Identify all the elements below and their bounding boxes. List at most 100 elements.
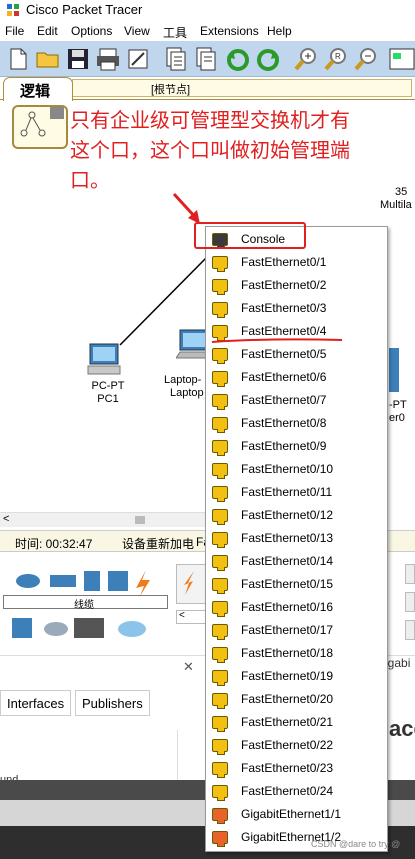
menu-options[interactable]: Options: [71, 24, 112, 38]
port-label: FastEthernet0/23: [241, 761, 334, 775]
port-label: FastEthernet0/19: [241, 669, 334, 683]
canvas-horizontal-scrollbar[interactable]: <: [0, 512, 205, 527]
zoom-out-icon[interactable]: [352, 45, 380, 73]
switch-type-label: Multila: [380, 199, 412, 211]
port-label: FastEthernet0/6: [241, 370, 327, 384]
panel-right-box[interactable]: [405, 564, 415, 584]
watermark-text: CSDN @dare to try @: [311, 839, 401, 849]
port-item[interactable]: FastEthernet0/23: [206, 757, 387, 780]
laptop-name-label: Laptop: [170, 387, 204, 399]
paste-icon[interactable]: [192, 45, 220, 73]
wireless-category-icon: [108, 571, 128, 591]
pc-icon[interactable]: [86, 342, 122, 376]
menu-edit[interactable]: Edit: [37, 24, 58, 38]
fastethernet-port-icon: [212, 302, 228, 318]
fastethernet-port-icon: [212, 693, 228, 709]
logical-view-icon[interactable]: [12, 105, 68, 149]
port-item[interactable]: FastEthernet0/11: [206, 481, 387, 504]
port-item[interactable]: FastEthernet0/18: [206, 642, 387, 665]
menu-tools[interactable]: 工具: [163, 24, 187, 41]
undo-icon[interactable]: [224, 45, 252, 73]
router-category-icon: [16, 574, 40, 588]
network-topology-icon: [20, 107, 64, 137]
port-label: FastEthernet0/12: [241, 508, 334, 522]
redo-icon[interactable]: [254, 45, 282, 73]
port-item[interactable]: FastEthernet0/9: [206, 435, 387, 458]
connection-type-slot[interactable]: [176, 564, 206, 604]
port-item[interactable]: FastEthernet0/1: [206, 251, 387, 274]
port-label: FastEthernet0/20: [241, 692, 334, 706]
power-cycle-button[interactable]: 设备重新加电: [122, 535, 194, 552]
port-item[interactable]: FastEthernet0/19: [206, 665, 387, 688]
port-item[interactable]: FastEthernet0/21: [206, 711, 387, 734]
print-icon[interactable]: [94, 45, 122, 73]
port-item[interactable]: FastEthernet0/6: [206, 366, 387, 389]
port-item[interactable]: FastEthernet0/22: [206, 734, 387, 757]
port-item[interactable]: FastEthernet0/2: [206, 274, 387, 297]
port-item[interactable]: GigabitEthernet1/1: [206, 803, 387, 826]
port-item[interactable]: FastEthernet0/20: [206, 688, 387, 711]
router-icon[interactable]: [389, 348, 399, 392]
fastethernet-port-icon: [212, 716, 228, 732]
port-item[interactable]: FastEthernet0/14: [206, 550, 387, 573]
router-name-label: er0: [389, 412, 405, 424]
simulation-time: 时间: 00:32:47: [15, 537, 93, 551]
port-label: FastEthernet0/9: [241, 439, 327, 453]
palette-icon[interactable]: [388, 45, 415, 73]
fastethernet-port-icon: [212, 647, 228, 663]
fastethernet-port-icon: [212, 509, 228, 525]
port-label: FastEthernet0/7: [241, 393, 327, 407]
custom-devices-icon: [74, 618, 104, 638]
port-item[interactable]: FastEthernet0/7: [206, 389, 387, 412]
connections-category-icon: [136, 570, 150, 596]
port-item[interactable]: FastEthernet0/16: [206, 596, 387, 619]
open-folder-icon[interactable]: [34, 45, 62, 73]
root-node-bar[interactable]: [根节点]: [72, 79, 412, 97]
port-item[interactable]: FastEthernet0/10: [206, 458, 387, 481]
switch-category-icon: [50, 575, 76, 587]
menu-help[interactable]: Help: [267, 24, 292, 38]
port-label: FastEthernet0/13: [241, 531, 334, 545]
panel-right-box-2[interactable]: [405, 592, 415, 612]
tab-interfaces[interactable]: Interfaces: [0, 690, 72, 716]
close-icon[interactable]: ✕: [183, 659, 194, 675]
port-label: FastEthernet0/2: [241, 278, 327, 292]
multiuser-icon: [118, 621, 146, 637]
port-item[interactable]: FastEthernet0/5: [206, 343, 387, 366]
save-icon[interactable]: [64, 45, 92, 73]
scroll-thumb[interactable]: [135, 516, 145, 524]
panel-right-box-3[interactable]: [405, 620, 415, 640]
pc-type-label: PC-PT: [91, 380, 125, 392]
panel-scroll-left-icon: <: [179, 610, 185, 621]
menu-extensions[interactable]: Extensions: [200, 24, 259, 38]
logical-tab-label: 逻辑: [20, 83, 51, 100]
new-file-icon[interactable]: [4, 45, 32, 73]
port-item[interactable]: FastEthernet0/3: [206, 297, 387, 320]
port-item[interactable]: FastEthernet0/8: [206, 412, 387, 435]
menu-view[interactable]: View: [124, 24, 150, 38]
switch-model-label: 35: [395, 186, 408, 198]
copy-icon[interactable]: [162, 45, 190, 73]
zoom-in-icon[interactable]: [292, 45, 320, 73]
port-item[interactable]: FastEthernet0/13: [206, 527, 387, 550]
config-tabs: Interfaces Publishers: [0, 690, 205, 716]
category-label-box: 线缆: [3, 595, 168, 611]
zoom-reset-icon[interactable]: R: [322, 45, 350, 73]
fastethernet-port-icon: [212, 348, 228, 364]
port-item[interactable]: FastEthernet0/24: [206, 780, 387, 803]
logical-workspace-tab[interactable]: 逻辑: [3, 77, 73, 101]
panel-scroll[interactable]: <: [176, 610, 206, 624]
menu-file[interactable]: File: [5, 24, 24, 38]
port-item[interactable]: FastEthernet0/15: [206, 573, 387, 596]
fastethernet-port-icon: [212, 371, 228, 387]
activity-wizard-icon[interactable]: [124, 45, 152, 73]
fastethernet-port-icon: [212, 739, 228, 755]
root-node-label: [根节点]: [151, 84, 191, 96]
scroll-left-arrow-icon[interactable]: <: [3, 513, 9, 525]
router-type-label: -PT: [389, 399, 407, 411]
fastethernet-port-icon: [212, 279, 228, 295]
tab-publishers[interactable]: Publishers: [75, 690, 150, 716]
port-item[interactable]: FastEthernet0/12: [206, 504, 387, 527]
port-label: FastEthernet0/14: [241, 554, 334, 568]
port-item[interactable]: FastEthernet0/17: [206, 619, 387, 642]
